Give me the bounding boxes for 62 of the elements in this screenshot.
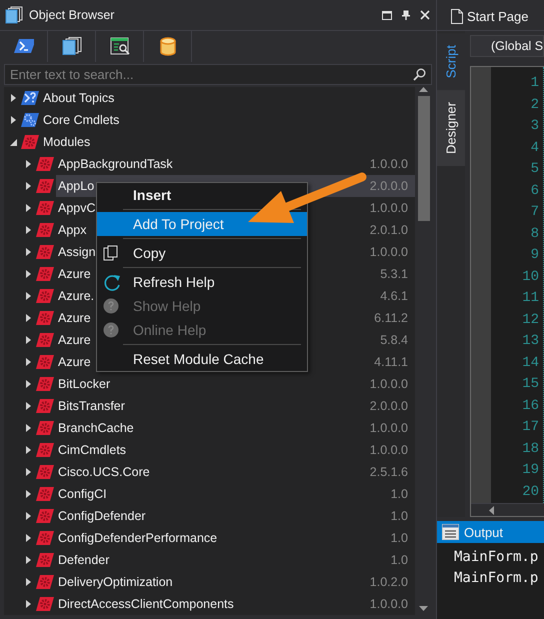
output-line: MainForm.p <box>454 569 540 588</box>
version-label: 4.6.1 <box>380 289 409 303</box>
version-label: 5.8.4 <box>380 333 409 347</box>
version-label: 1.0 <box>390 553 409 567</box>
item-name: Azure <box>58 267 91 281</box>
item-name: AppLo <box>58 179 94 193</box>
version-label: 5.3.1 <box>380 267 409 281</box>
item-name: AppBackgroundTask <box>58 157 173 171</box>
line-number: 5 <box>530 160 539 179</box>
version-label: 1.0.0.0 <box>370 597 409 611</box>
line-number: 11 <box>522 289 539 308</box>
line-number: 12 <box>522 310 539 330</box>
line-number: 13 <box>522 332 539 351</box>
version-label: 1.0 <box>390 487 409 501</box>
line-number: 8 <box>530 224 539 244</box>
item-name: Core Cmdlets <box>43 113 120 127</box>
version-label: 2.5.1.6 <box>370 465 409 479</box>
version-label: 1.0.0.0 <box>370 157 409 171</box>
item-name: ConfigDefender <box>58 509 146 523</box>
line-number: 10 <box>522 268 539 286</box>
item-name: ConfigDefenderPerformance <box>58 531 218 545</box>
line-number: 20 <box>522 482 539 502</box>
version-label: 6.11.2 <box>374 311 409 325</box>
line-number: 19 <box>522 461 539 480</box>
item-name: DirectAccessClientComponents <box>58 597 234 611</box>
item-name: CimCmdlets <box>58 443 126 457</box>
version-label: 2.0.0.0 <box>370 179 409 193</box>
version-label: 1.0.0.0 <box>370 201 409 215</box>
line-number: 18 <box>522 440 539 458</box>
version-label: 1.0.0.0 <box>370 377 409 391</box>
item-name: Azure. <box>58 289 94 303</box>
line-number: 6 <box>530 182 539 200</box>
output-line: MainForm.p <box>454 548 540 567</box>
item-name: About Topics <box>43 91 114 105</box>
version-label: 1.0 <box>390 509 409 523</box>
line-number: 4 <box>530 138 539 158</box>
version-label: 1.0.2.0 <box>370 575 409 589</box>
item-name: Azure <box>58 333 91 347</box>
line-number: 9 <box>530 246 539 265</box>
item-name: Modules <box>43 135 90 149</box>
line-number: 15 <box>522 375 539 394</box>
item-name: BitLocker <box>58 377 110 391</box>
version-label: 1.0.0.0 <box>370 443 409 457</box>
item-name: BitsTransfer <box>58 399 125 413</box>
item-name: Cisco.UCS.Core <box>58 465 150 479</box>
panel-title: Object Browser <box>29 8 114 22</box>
line-number: 1 <box>530 74 539 93</box>
item-name: Defender <box>58 553 110 567</box>
item-name: BranchCache <box>58 421 134 435</box>
version-label: 1.0 <box>390 531 409 545</box>
line-number: 3 <box>530 117 539 136</box>
version-label: 1.0.0.0 <box>370 421 409 435</box>
line-number: 14 <box>522 354 539 372</box>
line-number: 17 <box>522 418 539 437</box>
line-number: 7 <box>530 203 539 222</box>
item-name: Azure <box>58 311 91 325</box>
panel-title: Output <box>464 524 504 540</box>
item-name: DeliveryOptimization <box>58 575 173 589</box>
line-number: 2 <box>530 96 539 114</box>
item-name: ConfigCI <box>58 487 107 501</box>
version-label: 2.0.0.0 <box>370 399 409 413</box>
line-number: 16 <box>522 396 539 416</box>
